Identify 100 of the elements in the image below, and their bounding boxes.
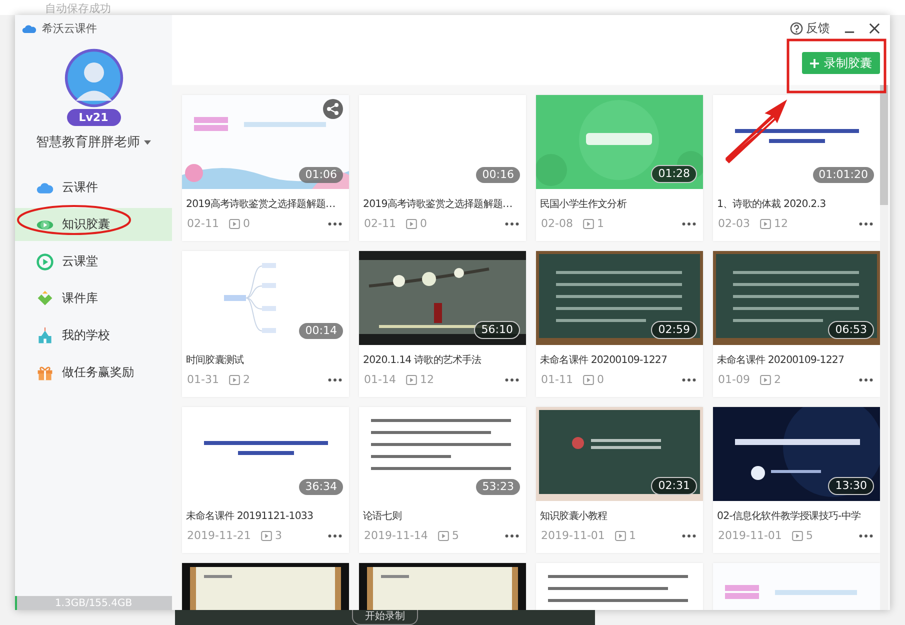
- duration-badge: 00:16: [476, 167, 520, 183]
- card-title: 2019高考诗歌鉴赏之选择题解题…: [363, 198, 514, 212]
- more-icon[interactable]: [859, 222, 873, 226]
- play-icon: [614, 530, 626, 540]
- card-title: 2020.1.14 诗歌的艺术手法: [363, 354, 482, 368]
- window-title: 希沃云课件: [42, 21, 97, 36]
- more-icon[interactable]: [859, 378, 873, 382]
- duration-badge: 02:59: [651, 321, 697, 339]
- school-icon: [36, 326, 54, 344]
- close-icon[interactable]: [869, 22, 880, 34]
- course-card[interactable]: 01:01:20 1、诗歌的体裁 2020.2.3 02-03 12: [713, 95, 880, 241]
- card-date: 02-11: [364, 217, 396, 230]
- course-card[interactable]: 00:14 时间胶囊测试 01-31 2: [182, 251, 349, 397]
- nav-item[interactable]: 云课件: [15, 171, 172, 204]
- card-title: 1、诗歌的体裁 2020.2.3: [717, 198, 827, 212]
- annotation-arrow: [725, 100, 788, 164]
- duration-badge: 56:10: [474, 321, 520, 339]
- course-card[interactable]: 53:23 论语七则 2019-11-14 5: [359, 407, 526, 553]
- card-title: 未命名课件 20191121-1033: [186, 510, 314, 524]
- card-date: 2019-11-14: [364, 529, 428, 542]
- duration-badge: 01:01:20: [812, 167, 874, 183]
- course-card[interactable]: 01:06 2019高考诗歌鉴赏之选择题解题… 02-11 0: [182, 95, 349, 241]
- more-icon[interactable]: [505, 534, 519, 538]
- play-count: 5: [452, 529, 459, 542]
- scrollbar-thumb[interactable]: [880, 85, 888, 205]
- card-date: 02-03: [718, 217, 750, 230]
- play-icon: [406, 374, 417, 384]
- duration-badge: 13:30: [828, 477, 874, 495]
- play-count: 1: [596, 217, 604, 230]
- duration-badge: 01:06: [299, 167, 343, 183]
- course-card[interactable]: 00:16 2019高考诗歌鉴赏之选择题解题… 02-11 0: [359, 95, 526, 241]
- more-icon[interactable]: [328, 378, 342, 382]
- nav-item[interactable]: 做任务赢奖励: [15, 356, 172, 389]
- nav-item[interactable]: 知识胶囊: [15, 208, 172, 241]
- card-title: 未命名课件 20200109-1227: [540, 354, 668, 368]
- course-card[interactable]: 06:53 未命名课件 20200109-1227 01-09 2: [713, 251, 880, 397]
- card-date: 02-08: [541, 217, 573, 230]
- course-card[interactable]: 56:10 2020.1.14 诗歌的艺术手法 01-14 12: [359, 251, 526, 397]
- card-title: 未命名课件 20200109-1227: [717, 354, 846, 368]
- play-icon: [792, 530, 803, 540]
- nav-item[interactable]: 云课堂: [15, 245, 172, 278]
- more-icon[interactable]: [682, 534, 696, 538]
- course-card[interactable]: 02:31 知识胶囊小教程 2019-11-01 1: [536, 407, 703, 553]
- cloud-icon: [22, 23, 37, 34]
- more-icon[interactable]: [328, 222, 342, 226]
- play-count: 1: [628, 529, 636, 542]
- course-card[interactable]: 36:34 未命名课件 20191121-1033 2019-11-21 3: [182, 407, 349, 553]
- more-icon[interactable]: [505, 222, 519, 226]
- scrollbar[interactable]: [880, 85, 888, 610]
- course-card[interactable]: 13:30 02-信息化软件教学授课技巧-中学 2019-11-01 5: [713, 407, 880, 553]
- play-count: 0: [420, 217, 427, 230]
- card-date: 2019-11-21: [187, 529, 251, 542]
- duration-badge: 36:34: [299, 479, 343, 495]
- play-icon: [406, 218, 417, 228]
- card-date: 02-11: [187, 217, 219, 230]
- level-badge: Lv21: [66, 109, 120, 126]
- card-date: 01-09: [718, 373, 750, 386]
- play-icon: [36, 252, 54, 270]
- nav-item[interactable]: 课件库: [15, 282, 172, 315]
- more-icon[interactable]: [505, 378, 519, 382]
- play-icon: [228, 218, 240, 228]
- card-date: 2019-11-01: [718, 529, 782, 542]
- caret-icon: [144, 140, 151, 144]
- duration-badge: 06:53: [828, 321, 874, 339]
- card-title: 时间胶囊测试: [186, 354, 245, 368]
- more-icon[interactable]: [682, 378, 696, 382]
- play-count: 0: [242, 217, 250, 230]
- play-icon: [760, 218, 771, 228]
- play-icon: [438, 530, 449, 540]
- play-icon: [582, 374, 594, 384]
- duration-badge: 53:23: [476, 479, 520, 495]
- card-date: 01-11: [541, 373, 573, 386]
- share-icon[interactable]: [323, 99, 343, 119]
- play-count: 5: [806, 529, 813, 542]
- more-icon[interactable]: [328, 534, 342, 538]
- play-count: 3: [274, 529, 282, 542]
- card-title: 02-信息化软件教学授课技巧-中学: [717, 510, 862, 524]
- save-status: 自动保存成功: [45, 3, 111, 15]
- card-date: 01-31: [187, 373, 219, 386]
- card-date: 2019-11-01: [541, 529, 605, 542]
- duration-badge: 00:14: [299, 323, 343, 339]
- plus-icon: [810, 58, 819, 68]
- play-count: 2: [242, 373, 250, 386]
- more-icon[interactable]: [859, 534, 873, 538]
- nav-item[interactable]: 我的学校: [15, 319, 172, 352]
- more-icon[interactable]: [682, 222, 696, 226]
- course-card[interactable]: 01:28 民国小学生作文分析 02-08 1: [536, 95, 703, 241]
- card-date: 01-14: [364, 373, 396, 386]
- feedback-link[interactable]: 反馈: [790, 20, 830, 36]
- avatar[interactable]: [64, 48, 124, 108]
- gift-icon: [36, 364, 54, 382]
- user-menu[interactable]: 智慧教育胖胖老师: [36, 131, 151, 153]
- play-icon: [582, 218, 594, 228]
- record-hint[interactable]: 开始录制: [352, 610, 418, 625]
- play-icon: [760, 374, 771, 384]
- card-title: 论语七则: [363, 510, 402, 524]
- duration-badge: 02:31: [651, 477, 697, 495]
- course-card[interactable]: 02:59 未命名课件 20200109-1227 01-11 0: [536, 251, 703, 397]
- play-icon: [228, 374, 240, 384]
- play-count: 12: [774, 217, 788, 230]
